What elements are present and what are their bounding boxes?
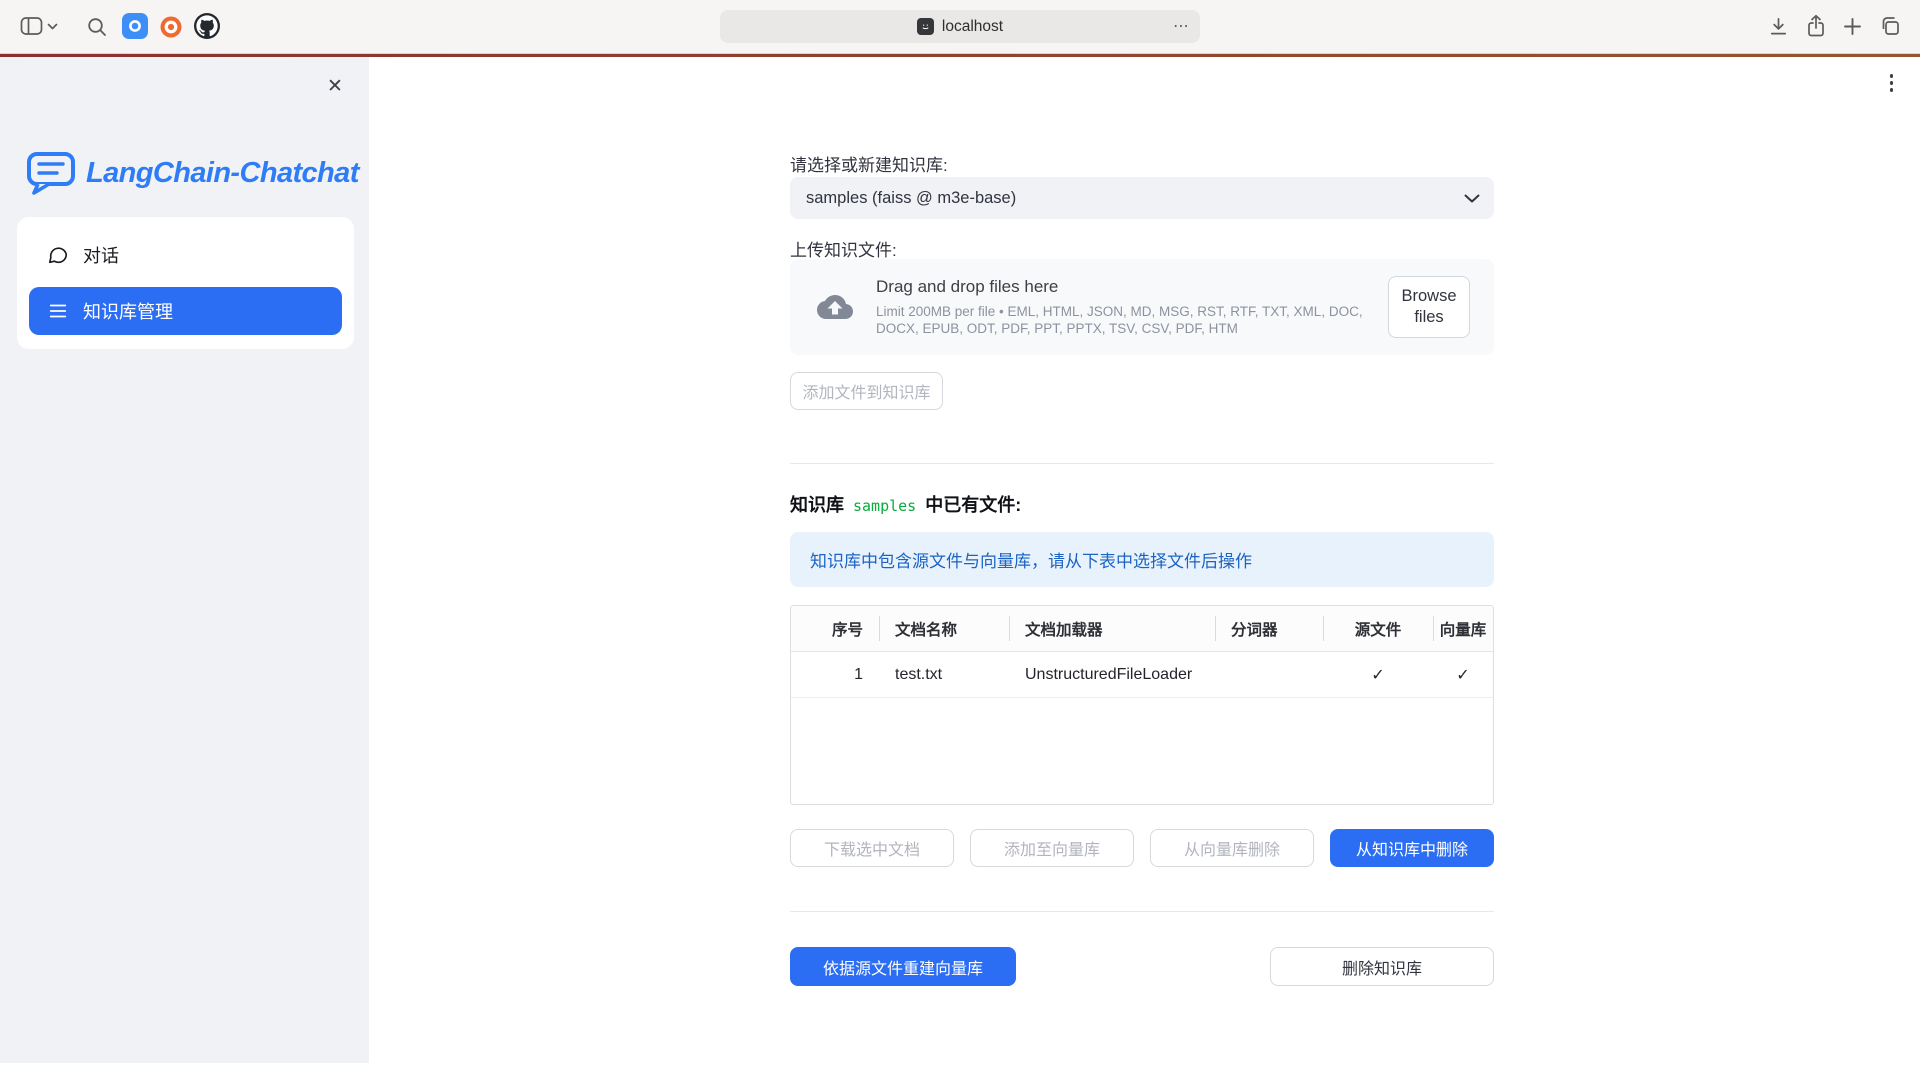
divider xyxy=(790,911,1494,912)
kb-select-label: 请选择或新建知识库: xyxy=(790,151,948,176)
file-actions: 下载选中文档 添加至向量库 从向量库删除 从知识库中删除 xyxy=(790,829,1494,867)
orange-app-shortcut[interactable] xyxy=(158,14,184,40)
cell-source-check[interactable]: ✓ xyxy=(1323,652,1433,697)
blue-app-shortcut[interactable] xyxy=(122,13,148,39)
orange-target-icon xyxy=(159,15,183,39)
kb-files-heading: 知识库 samples 中已有文件: xyxy=(790,491,1021,517)
table-header-row: 序号 文档名称 文档加载器 分词器 源文件 向量库 xyxy=(791,606,1493,652)
kebab-dot xyxy=(1890,81,1894,85)
file-dropzone[interactable]: Drag and drop files here Limit 200MB per… xyxy=(790,259,1494,355)
cell-index[interactable]: 1 xyxy=(791,652,879,697)
sidebar-toggle-button[interactable] xyxy=(20,16,58,36)
cell-splitter[interactable] xyxy=(1215,652,1323,697)
cloud-upload-icon xyxy=(814,289,856,325)
kb-list-icon xyxy=(47,300,69,322)
sidebar-item-label: 对话 xyxy=(83,242,119,268)
plus-icon xyxy=(1843,17,1862,36)
cell-loader[interactable]: UnstructuredFileLoader xyxy=(1009,652,1215,697)
sidebar-close-button[interactable]: ✕ xyxy=(321,72,349,100)
delete-from-kb-button[interactable]: 从知识库中删除 xyxy=(1330,829,1494,867)
blue-app-icon xyxy=(128,19,142,33)
search-button[interactable] xyxy=(87,17,107,37)
share-icon xyxy=(1806,14,1826,38)
col-header-loader: 文档加载器 xyxy=(1009,606,1215,651)
sidebar-item-chat[interactable]: 对话 xyxy=(29,231,342,279)
rebuild-vectorstore-button[interactable]: 依据源文件重建向量库 xyxy=(790,947,1016,986)
col-header-splitter: 分词器 xyxy=(1215,606,1323,651)
add-files-button[interactable]: 添加文件到知识库 xyxy=(790,372,943,410)
download-icon xyxy=(1768,16,1789,37)
close-icon: ✕ xyxy=(327,76,343,97)
sidebar-nav: 对话 知识库管理 xyxy=(17,217,354,349)
site-favicon xyxy=(917,18,934,35)
browse-files-button[interactable]: Browse files xyxy=(1388,276,1470,338)
dropzone-title: Drag and drop files here xyxy=(876,277,1374,297)
dropzone-limit: Limit 200MB per file • EML, HTML, JSON, … xyxy=(876,303,1374,337)
cell-name[interactable]: test.txt xyxy=(879,652,1009,697)
main-area: 请选择或新建知识库: samples (faiss @ m3e-base) 上传… xyxy=(369,57,1920,1080)
page-options-button[interactable]: ⋯ xyxy=(1170,16,1192,38)
divider xyxy=(790,463,1494,464)
url-text: localhost xyxy=(942,18,1003,36)
col-header-index: 序号 xyxy=(791,606,879,651)
add-to-vectorstore-button[interactable]: 添加至向量库 xyxy=(970,829,1134,867)
new-tab-button[interactable] xyxy=(1843,17,1862,36)
app-menu-button[interactable] xyxy=(1885,69,1899,97)
download-selected-button[interactable]: 下载选中文档 xyxy=(790,829,954,867)
kebab-dot xyxy=(1890,74,1894,78)
app-logo: LangChain-Chatchat xyxy=(26,151,359,195)
share-button[interactable] xyxy=(1806,14,1826,38)
kebab-dot xyxy=(1890,88,1894,92)
chevron-down-icon xyxy=(47,23,58,30)
files-table: 序号 文档名称 文档加载器 分词器 源文件 向量库 1 test.txt Uns… xyxy=(790,605,1494,805)
info-text: 知识库中包含源文件与向量库，请从下表中选择文件后操作 xyxy=(810,547,1252,572)
sidebar-toggle-icon xyxy=(20,16,43,36)
github-icon xyxy=(194,13,220,39)
col-header-vector: 向量库 xyxy=(1433,606,1493,651)
sidebar-item-label: 知识库管理 xyxy=(83,298,173,324)
sidebar: ✕ LangChain-Chatchat 对话 知识库管理 xyxy=(0,57,369,1063)
logo-text: LangChain-Chatchat xyxy=(86,157,359,190)
col-header-source: 源文件 xyxy=(1323,606,1433,651)
downloads-button[interactable] xyxy=(1768,16,1789,37)
tab-overview-button[interactable] xyxy=(1879,15,1901,37)
heading-prefix: 知识库 xyxy=(790,491,844,517)
table-row[interactable]: 1 test.txt UnstructuredFileLoader ✓ ✓ xyxy=(791,652,1493,698)
info-banner: 知识库中包含源文件与向量库，请从下表中选择文件后操作 xyxy=(790,532,1494,587)
tabs-icon xyxy=(1879,15,1901,37)
delete-kb-button[interactable]: 删除知识库 xyxy=(1270,947,1494,986)
address-bar[interactable]: localhost ⋯ xyxy=(720,10,1200,43)
kb-select-value: samples (faiss @ m3e-base) xyxy=(806,189,1016,208)
kb-bottom-actions: 依据源文件重建向量库 删除知识库 xyxy=(790,947,1494,986)
delete-from-vectorstore-button[interactable]: 从向量库删除 xyxy=(1150,829,1314,867)
cell-vector-check[interactable]: ✓ xyxy=(1433,652,1493,697)
dropzone-texts: Drag and drop files here Limit 200MB per… xyxy=(876,277,1374,337)
github-shortcut[interactable] xyxy=(194,13,220,39)
heading-suffix: 中已有文件: xyxy=(925,491,1021,517)
upload-label: 上传知识文件: xyxy=(790,236,897,261)
heading-kb-name-code: samples xyxy=(853,497,916,515)
sidebar-item-kb-management[interactable]: 知识库管理 xyxy=(29,287,342,335)
logo-chat-icon xyxy=(26,151,76,195)
col-header-name: 文档名称 xyxy=(879,606,1009,651)
chevron-down-icon xyxy=(1464,194,1480,203)
chat-bubble-icon xyxy=(47,244,69,266)
browser-toolbar: localhost ⋯ xyxy=(0,0,1920,54)
search-icon xyxy=(87,17,107,37)
kb-select[interactable]: samples (faiss @ m3e-base) xyxy=(790,177,1494,219)
